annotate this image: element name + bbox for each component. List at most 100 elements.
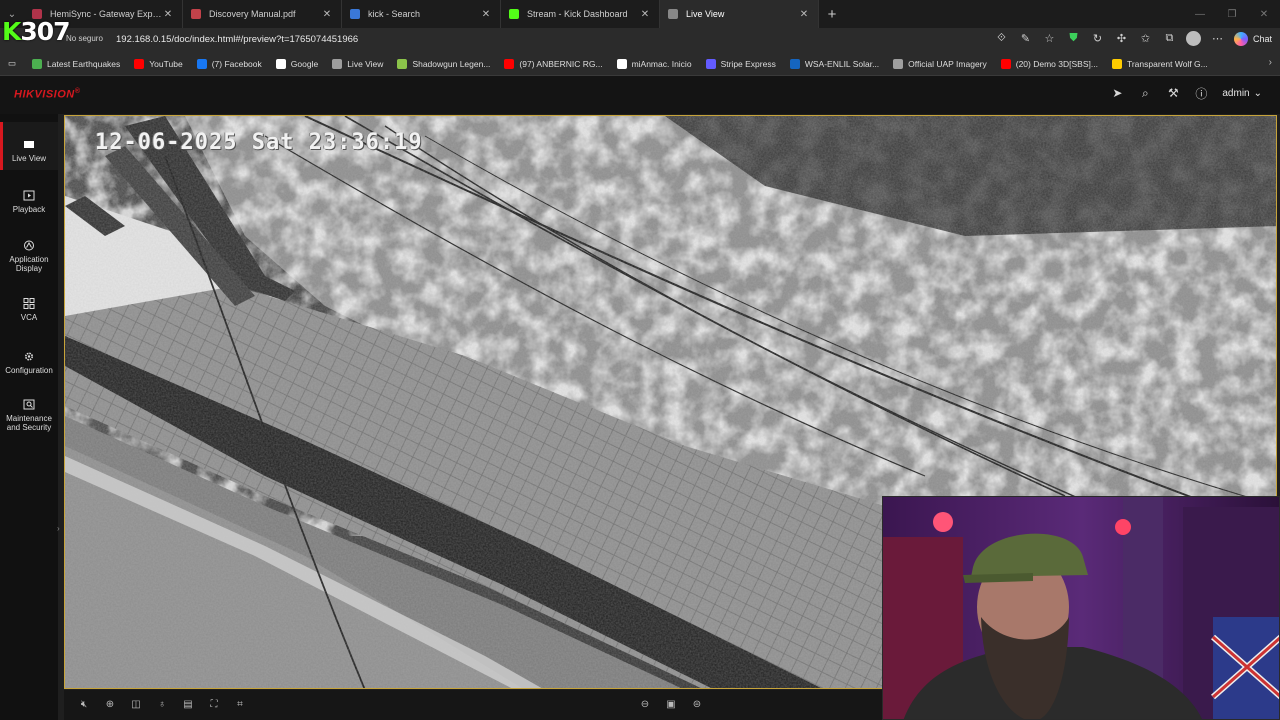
application-display-icon [24, 240, 34, 251]
streamer-webcam-overlay [882, 496, 1280, 720]
user-menu[interactable]: admin ⌄ [1222, 88, 1262, 99]
sidebar-item-playback[interactable]: Playback [0, 190, 58, 214]
fullscreen-icon[interactable]: ⛶ [207, 697, 221, 711]
bookmark-favicon-icon [789, 58, 800, 69]
bookmark-label: (7) Facebook [211, 58, 262, 69]
refresh-extension-icon[interactable]: ↻ [1090, 31, 1105, 46]
bookmark-favicon-icon [1111, 58, 1122, 69]
focus-icon[interactable]: ⌗ [233, 697, 247, 711]
bookmark-item[interactable]: (97) ANBERNIC RG... [504, 58, 603, 69]
record-icon[interactable]: ▤ [181, 697, 195, 711]
sidebar-item-label: VCA [20, 313, 38, 322]
bookmark-label: Transparent Wolf G... [1126, 58, 1208, 69]
bookmark-label: Official UAP Imagery [908, 58, 987, 69]
profile-avatar[interactable] [1185, 31, 1201, 46]
bookmark-item[interactable]: miAnmac. Inicio [616, 58, 692, 69]
bookmark-item[interactable]: Live View [332, 58, 383, 69]
more-menu-icon[interactable]: ⋯ [1210, 31, 1225, 46]
bookmark-item[interactable]: WSA-ENLIL Solar... [789, 58, 880, 69]
stream-overlay-badge: K307 [2, 17, 71, 46]
tab-title: Live View [686, 9, 725, 19]
window-controls: — ❐ ✕ [1184, 0, 1280, 28]
sidebar-toggle-icon[interactable]: ▭ [8, 58, 16, 69]
gear-icon [24, 352, 34, 361]
bookmarks-overflow-icon[interactable]: › [1269, 57, 1272, 68]
bookmark-favicon-icon [504, 58, 515, 69]
microphone-icon[interactable]: ♁ [155, 697, 169, 711]
sidebar-item-label: Maintenance and Security [6, 414, 52, 432]
sidebar-item-maintenance-security[interactable]: Maintenance and Security [0, 399, 58, 432]
sidebar-item-configuration[interactable]: Configuration [0, 351, 58, 375]
bookmark-label: Shadowgun Legen... [412, 58, 491, 69]
favorites-icon[interactable]: ✩ [1138, 31, 1153, 46]
security-indicator[interactable]: No seguro [66, 34, 103, 43]
collections-icon[interactable]: ⧉ [1162, 31, 1177, 46]
bookmark-favicon-icon [1000, 58, 1011, 69]
sidebar-item-live-view[interactable]: Live View [0, 122, 58, 170]
osd-timestamp: 12-06-2025 Sat 23:36:19 [95, 130, 423, 155]
tab-favicon-icon [509, 9, 519, 19]
zoom-in-icon[interactable]: ⊕ [103, 697, 117, 711]
url-field[interactable]: 192.168.0.15/doc/index.html#/preview?t=1… [116, 34, 358, 45]
bookmark-label: YouTube [149, 58, 183, 69]
send-icon[interactable]: ➤ [1110, 86, 1124, 100]
bookmark-item[interactable]: YouTube [134, 58, 183, 69]
sidebar-item-vca[interactable]: VCA [0, 298, 58, 322]
tab-favicon-icon [668, 9, 678, 19]
vca-icon [23, 298, 35, 309]
bookmark-label: Stripe Express [720, 58, 776, 69]
mute-icon[interactable]: 🔇︎ [77, 697, 91, 711]
bookmark-favicon-icon [893, 58, 904, 69]
bookmark-favicon-icon [32, 58, 43, 69]
copilot-icon [1233, 31, 1248, 46]
bookmark-item[interactable]: Official UAP Imagery [893, 58, 987, 69]
bookmark-item[interactable]: (20) Demo 3D[SBS]... [1000, 58, 1098, 69]
next-icon[interactable]: ⊜ [690, 697, 704, 711]
close-tab-icon[interactable]: ✕ [798, 9, 810, 20]
app-header [0, 76, 1280, 114]
minimize-button[interactable]: — [1184, 0, 1216, 28]
info-icon[interactable]: ⓘ [1194, 86, 1208, 101]
close-tab-icon[interactable]: ✕ [162, 9, 174, 20]
layout-icon[interactable]: ▣ [664, 697, 678, 711]
bookmark-item[interactable]: Latest Earthquakes [32, 58, 121, 69]
bookmark-label: WSA-ENLIL Solar... [804, 58, 880, 69]
address-bar-actions: ⟐ ✎ ☆ ⛊ ↻ ✣ ✩ ⧉ ⋯ Chat [994, 31, 1272, 46]
sidebar-item-application-display[interactable]: Application Display [0, 240, 58, 273]
favorite-star-icon[interactable]: ☆ [1042, 31, 1057, 46]
close-tab-icon[interactable]: ✕ [639, 9, 651, 20]
sidebar-collapse-icon[interactable]: › [57, 524, 60, 533]
tools-icon[interactable]: ⚒ [1166, 86, 1180, 100]
previous-icon[interactable]: ⊖ [638, 697, 652, 711]
close-window-button[interactable]: ✕ [1248, 0, 1280, 28]
bookmark-label: (97) ANBERNIC RG... [519, 58, 603, 69]
bookmark-label: Latest Earthquakes [47, 58, 121, 69]
bookmark-item[interactable]: (7) Facebook [196, 58, 262, 69]
close-tab-icon[interactable]: ✕ [321, 9, 333, 20]
new-tab-button[interactable]: + [819, 6, 845, 23]
bookmark-favicon-icon [397, 58, 408, 69]
camera-snapshot-icon[interactable]: ◫ [129, 697, 143, 711]
restore-button[interactable]: ❐ [1216, 0, 1248, 28]
shield-icon[interactable]: ⛊ [1066, 31, 1081, 46]
extension-pen-icon[interactable]: ✎ [1018, 31, 1033, 46]
bookmark-label: Google [290, 58, 319, 69]
translate-icon[interactable]: ⟐ [994, 31, 1009, 46]
browser-tab[interactable]: kick - Search ✕ [342, 0, 501, 28]
search-icon[interactable]: ⌕ [1138, 86, 1152, 100]
browser-tab[interactable]: Discovery Manual.pdf ✕ [183, 0, 342, 28]
close-tab-icon[interactable]: ✕ [480, 9, 492, 20]
bookmark-item[interactable]: Shadowgun Legen... [397, 58, 491, 69]
copilot-chat-button[interactable]: Chat [1233, 31, 1272, 46]
chevron-down-icon: ⌄ [1253, 87, 1262, 99]
bookmark-item[interactable]: Google [275, 58, 319, 69]
bookmark-label: miAnmac. Inicio [631, 58, 692, 69]
tab-favicon-icon [350, 9, 360, 19]
bookmark-item[interactable]: Transparent Wolf G... [1111, 58, 1208, 69]
browser-tab[interactable]: Stream - Kick Dashboard ✕ [501, 0, 660, 28]
tab-title: Discovery Manual.pdf [209, 9, 296, 19]
extensions-icon[interactable]: ✣ [1114, 31, 1129, 46]
browser-tab[interactable]: Live View ✕ [660, 0, 819, 28]
sidebar: Live View Playback Application Display V… [0, 114, 60, 720]
bookmark-item[interactable]: Stripe Express [705, 58, 776, 69]
